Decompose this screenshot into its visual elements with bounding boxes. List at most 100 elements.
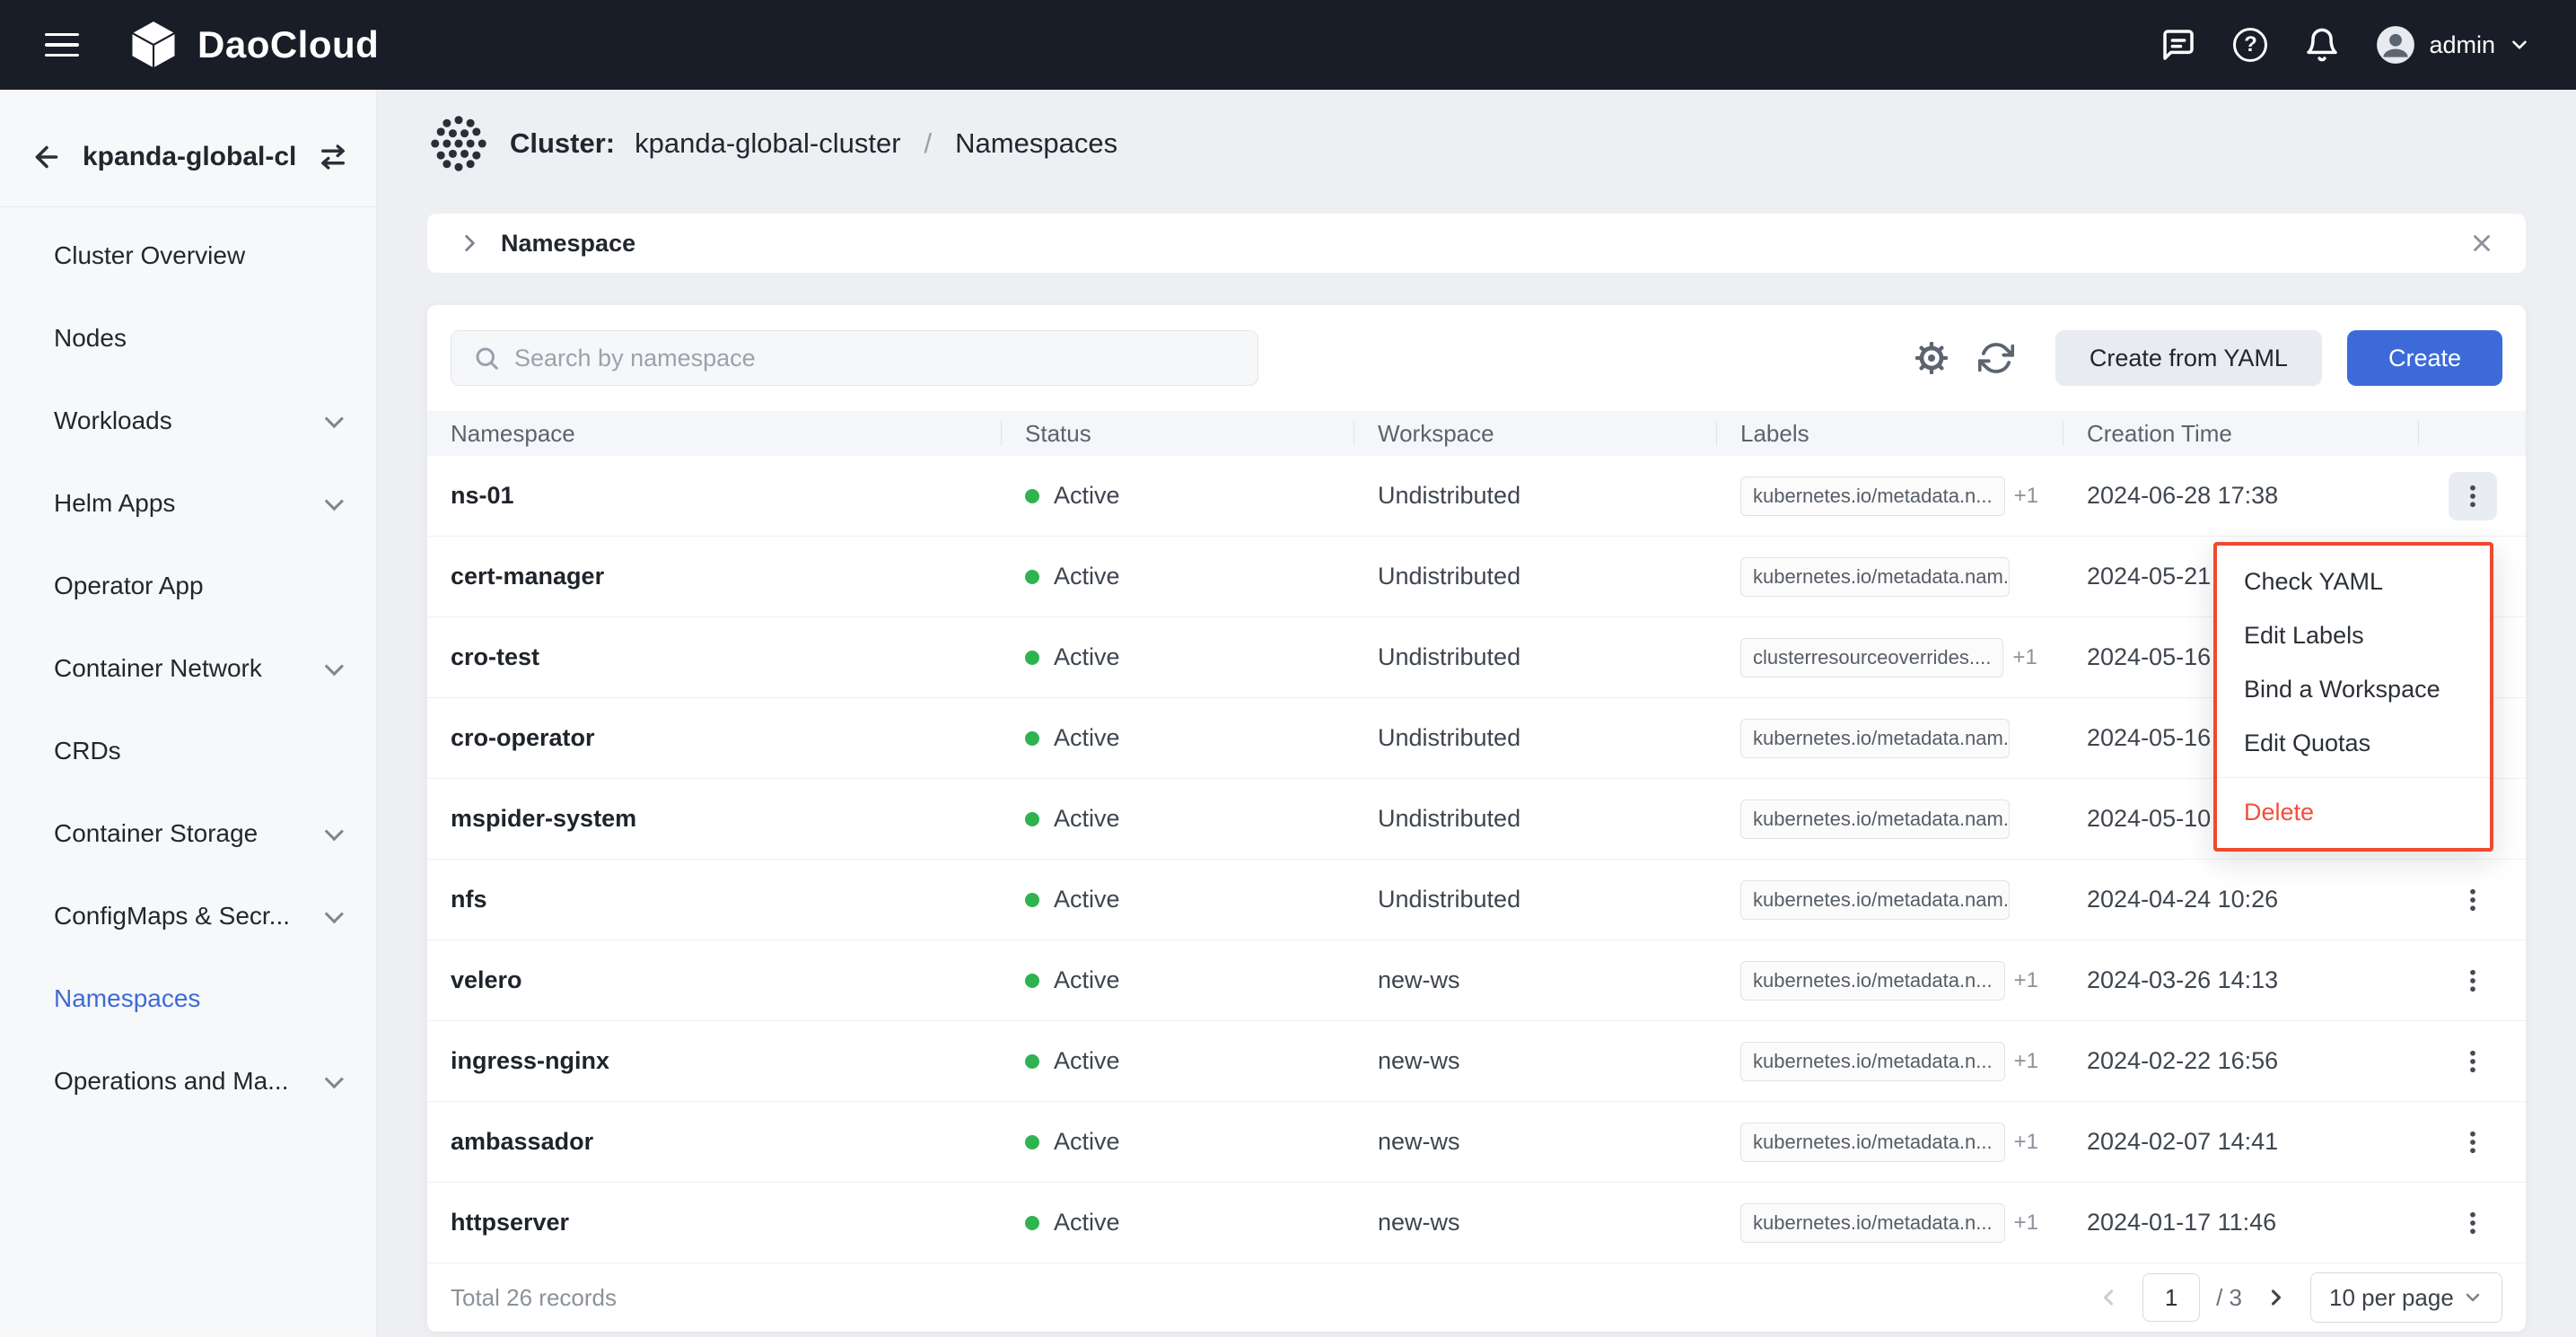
cell-status: Active xyxy=(1002,1047,1354,1075)
cell-labels: kubernetes.io/metadata.n... +1 xyxy=(1717,1042,2063,1081)
sidebar-item[interactable]: CRDs xyxy=(0,710,376,792)
context-menu-item[interactable]: Check YAML xyxy=(2217,555,2490,608)
search-icon xyxy=(473,345,500,371)
cell-labels: kubernetes.io/metadata.n... +1 xyxy=(1717,1123,2063,1162)
cell-labels: kubernetes.io/metadata.n... +1 xyxy=(1717,961,2063,1001)
topbar-actions: ? admin xyxy=(2160,24,2531,66)
column-header: Namespace xyxy=(427,411,1002,456)
cell-workspace: Undistributed xyxy=(1354,482,1717,510)
table-row: ambassador Active new-ws kubernetes.io/m… xyxy=(427,1102,2526,1183)
menu-toggle-icon[interactable] xyxy=(45,33,79,57)
sidebar-item-label: Nodes xyxy=(54,324,127,353)
page-input[interactable]: 1 xyxy=(2142,1273,2200,1322)
sidebar-cluster-header: kpanda-global-cl... xyxy=(0,126,376,188)
cell-workspace: new-ws xyxy=(1354,966,1717,994)
cell-actions xyxy=(2419,1118,2526,1167)
cell-namespace: httpserver xyxy=(427,1209,1002,1237)
table-footer: Total 26 records 1 / 3 10 per page xyxy=(427,1263,2526,1332)
cell-status: Active xyxy=(1002,886,1354,913)
row-actions-kebab-icon[interactable] xyxy=(2449,876,2497,924)
cell-creation-time: 2024-01-17 11:46 xyxy=(2063,1209,2419,1237)
help-icon[interactable]: ? xyxy=(2231,26,2269,64)
sidebar-item[interactable]: Workloads xyxy=(0,380,376,462)
gear-icon[interactable] xyxy=(1912,338,1951,378)
column-header: Labels xyxy=(1717,411,2063,456)
search-input[interactable] xyxy=(514,345,1236,372)
cell-workspace: Undistributed xyxy=(1354,563,1717,590)
label-chip: kubernetes.io/metadata.n... xyxy=(1740,1123,2005,1162)
column-header: Workspace xyxy=(1354,411,1717,456)
sidebar-item[interactable]: Operations and Ma... xyxy=(0,1040,376,1123)
context-menu-item[interactable]: Edit Quotas xyxy=(2217,716,2490,770)
context-menu-item-delete[interactable]: Delete xyxy=(2217,785,2490,839)
label-chip: clusterresourceoverrides.... xyxy=(1740,638,2003,677)
sidebar-item[interactable]: Container Network xyxy=(0,627,376,710)
column-header xyxy=(2419,411,2526,456)
sidebar: kpanda-global-cl... Cluster Overview Nod… xyxy=(0,90,377,1337)
sidebar-item[interactable]: Helm Apps xyxy=(0,462,376,545)
context-menu-item[interactable]: Bind a Workspace xyxy=(2217,662,2490,716)
sidebar-item[interactable]: Cluster Overview xyxy=(0,214,376,297)
chevron-down-icon xyxy=(325,1070,344,1088)
sidebar-item[interactable]: Operator App xyxy=(0,545,376,627)
sidebar-item[interactable]: Namespaces xyxy=(0,957,376,1040)
row-actions-kebab-icon[interactable] xyxy=(2449,1118,2497,1167)
row-actions-kebab-icon[interactable] xyxy=(2449,1037,2497,1086)
cell-namespace: nfs xyxy=(427,886,1002,913)
status-dot xyxy=(1025,974,1039,988)
cell-creation-time: 2024-02-07 14:41 xyxy=(2063,1128,2419,1156)
label-more-count: +1 xyxy=(2014,484,2038,509)
brand-logo[interactable]: DaoCloud xyxy=(126,17,379,73)
label-chip: kubernetes.io/metadata.n... xyxy=(1740,1042,2005,1081)
table-row: nfs Active Undistributed kubernetes.io/m… xyxy=(427,860,2526,940)
row-actions-kebab-icon[interactable] xyxy=(2449,1199,2497,1247)
label-chip: kubernetes.io/metadata.nam... xyxy=(1740,880,2010,920)
switch-cluster-icon[interactable] xyxy=(317,141,349,173)
sidebar-item-label: Operator App xyxy=(54,572,204,600)
sidebar-item[interactable]: Nodes xyxy=(0,297,376,380)
breadcrumb: Cluster: kpanda-global-cluster / Namespa… xyxy=(427,102,2526,185)
messages-icon[interactable] xyxy=(2160,26,2197,64)
search-box xyxy=(451,330,1258,386)
chevron-down-icon xyxy=(325,904,344,923)
notifications-bell-icon[interactable] xyxy=(2303,26,2341,64)
status-text: Active xyxy=(1054,1209,1120,1237)
cell-actions xyxy=(2419,1199,2526,1247)
cell-status: Active xyxy=(1002,805,1354,833)
table-row: cert-manager Active Undistributed kubern… xyxy=(427,537,2526,617)
username-label: admin xyxy=(2429,31,2495,59)
breadcrumb-separator: / xyxy=(924,127,933,160)
sidebar-item[interactable]: Container Storage xyxy=(0,792,376,875)
main-content: Cluster: kpanda-global-cluster / Namespa… xyxy=(377,90,2576,1337)
breadcrumb-page: Namespaces xyxy=(955,127,1117,160)
row-actions-kebab-icon[interactable] xyxy=(2449,472,2497,520)
user-menu[interactable]: admin xyxy=(2375,24,2531,66)
status-dot xyxy=(1025,570,1039,584)
cluster-name-label: kpanda-global-cl... xyxy=(83,142,297,172)
cell-workspace: new-ws xyxy=(1354,1209,1717,1237)
context-menu-item[interactable]: Edit Labels xyxy=(2217,608,2490,662)
page-count-label: / 3 xyxy=(2216,1284,2242,1312)
sidebar-item[interactable]: ConfigMaps & Secr... xyxy=(0,875,376,957)
close-icon[interactable] xyxy=(2468,230,2495,257)
expand-chevron-icon[interactable] xyxy=(458,232,481,255)
status-dot xyxy=(1025,812,1039,826)
status-text: Active xyxy=(1054,643,1120,671)
breadcrumb-cluster-name[interactable]: kpanda-global-cluster xyxy=(635,127,900,160)
next-page-icon[interactable] xyxy=(2258,1280,2294,1315)
chevron-down-icon xyxy=(325,822,344,841)
back-arrow-icon[interactable] xyxy=(31,141,63,173)
refresh-icon[interactable] xyxy=(1976,338,2016,378)
status-text: Active xyxy=(1054,482,1120,510)
sidebar-item-label: CRDs xyxy=(54,737,121,765)
table-row: cro-test Active Undistributed clusterres… xyxy=(427,617,2526,698)
per-page-select[interactable]: 10 per page xyxy=(2310,1272,2502,1323)
create-from-yaml-button[interactable]: Create from YAML xyxy=(2055,330,2322,386)
prev-page-icon[interactable] xyxy=(2090,1280,2126,1315)
sidebar-divider xyxy=(0,206,376,207)
create-button[interactable]: Create xyxy=(2347,330,2502,386)
daocloud-cube-icon xyxy=(126,17,181,73)
status-dot xyxy=(1025,893,1039,907)
label-chip: kubernetes.io/metadata.nam... xyxy=(1740,800,2010,839)
row-actions-kebab-icon[interactable] xyxy=(2449,957,2497,1005)
